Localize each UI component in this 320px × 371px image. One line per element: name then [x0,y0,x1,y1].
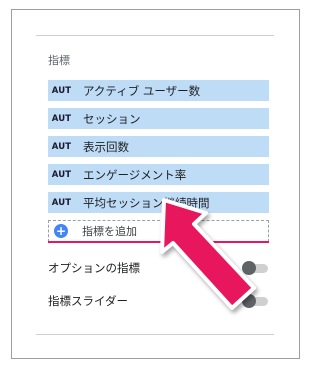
section-title-metrics: 指標 [48,54,70,67]
top-divider [36,35,274,36]
metric-type-badge: AUT [51,197,72,208]
optional-metrics-label: オプションの指標 [48,261,140,275]
add-metric-label: 指標を追加 [82,225,137,238]
metric-label: エンゲージメント率 [83,167,187,182]
bottom-divider [36,334,274,335]
metric-type-badge: AUT [51,169,72,180]
metric-label: セッション [83,111,141,126]
metric-chip-sessions[interactable]: AUT セッション [48,108,269,129]
metric-chip-views[interactable]: AUT 表示回数 [48,136,269,157]
metric-slider-label: 指標スライダー [48,294,129,308]
pointer-arrow-icon [160,198,256,310]
metric-type-badge: AUT [51,141,72,152]
metric-chip-engagement-rate[interactable]: AUT エンゲージメント率 [48,164,269,185]
metric-type-badge: AUT [51,113,72,124]
metric-label: 表示回数 [83,139,129,154]
plus-circle-icon: + [54,224,68,238]
metric-chip-active-users[interactable]: AUT アクティブ ユーザー数 [48,80,269,101]
metric-label: アクティブ ユーザー数 [83,83,201,98]
metric-type-badge: AUT [51,85,72,96]
